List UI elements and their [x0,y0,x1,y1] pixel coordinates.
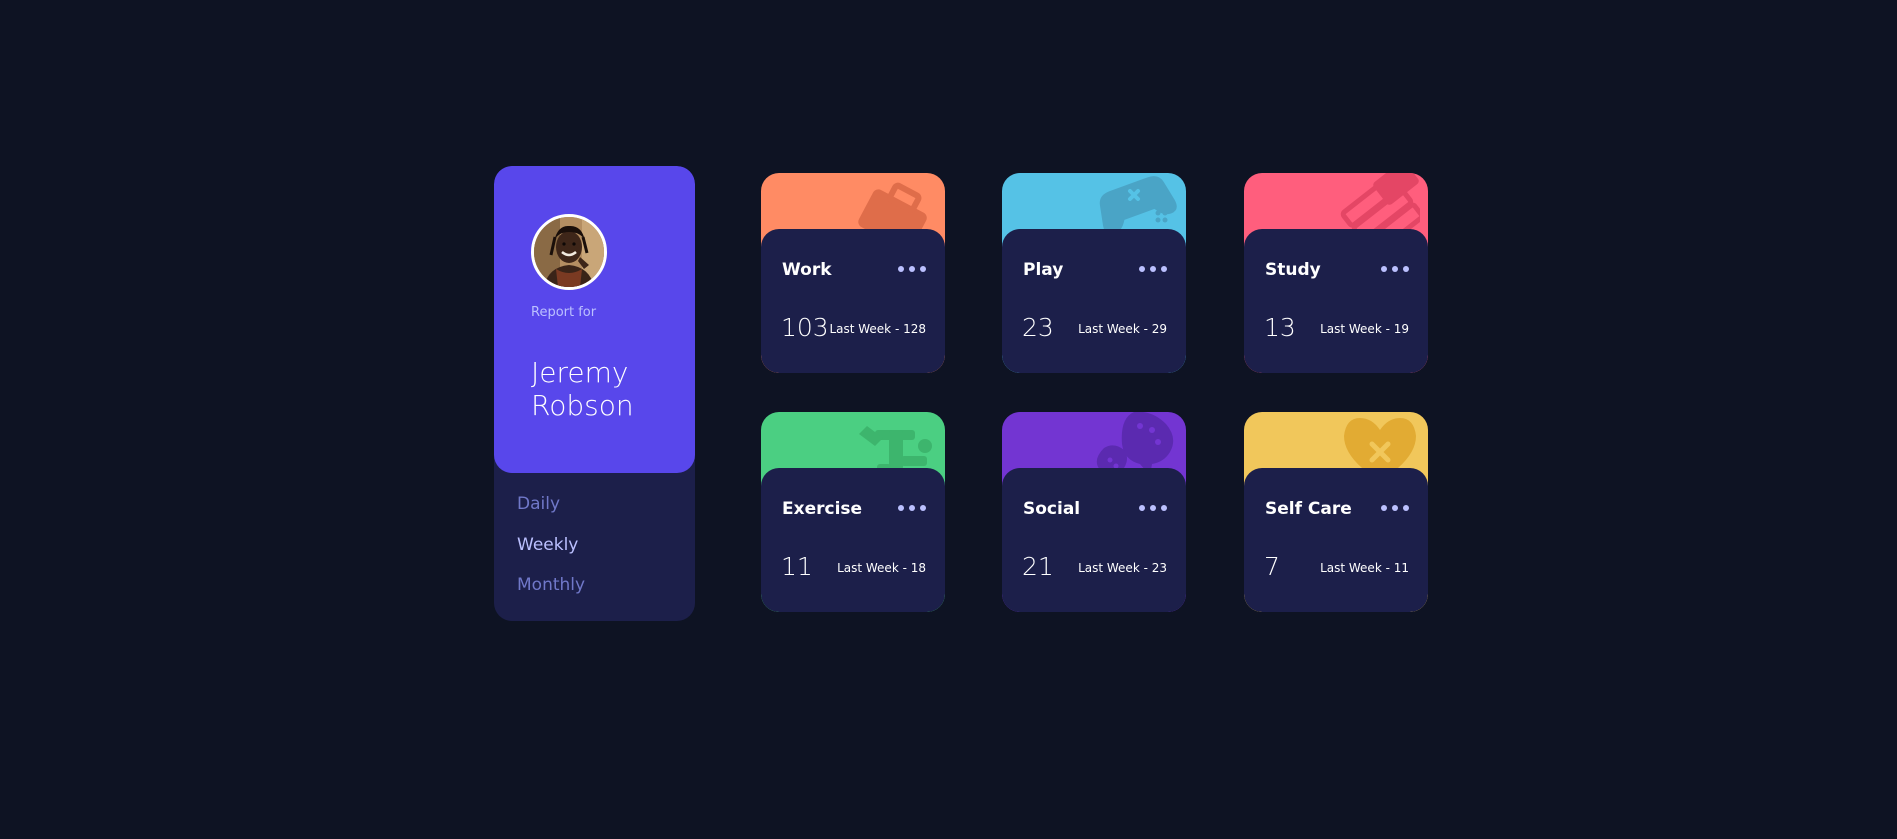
profile-card: Report for Jeremy Robson Daily Weekly Mo… [494,166,695,621]
card-self-care: Self Care 7 Last Week - 11 [1244,412,1428,612]
period-weekly-link[interactable]: Weekly [517,535,578,555]
card-title: Work [782,260,832,280]
card-study: Study 13 Last Week - 19 [1244,173,1428,373]
ellipsis-icon[interactable] [1381,263,1409,275]
profile-name: Jeremy Robson [531,356,634,422]
avatar [531,214,607,290]
avatar-image [534,217,604,287]
card-exercise: Exercise 11 Last Week - 18 [761,412,945,612]
ellipsis-icon[interactable] [1139,502,1167,514]
card-title: Play [1023,260,1064,280]
card-study-body[interactable]: Study 13 Last Week - 19 [1244,229,1428,373]
card-play: Play 23 Last Week - 29 [1002,173,1186,373]
card-title: Social [1023,499,1081,519]
card-previous-hours: Last Week - 23 [1078,561,1167,575]
card-previous-hours: Last Week - 19 [1320,322,1409,336]
card-previous-hours: Last Week - 128 [829,322,926,336]
ellipsis-icon[interactable] [1139,263,1167,275]
card-work: Work 103 Last Week - 128 [761,173,945,373]
card-previous-hours: Last Week - 11 [1320,561,1409,575]
card-title: Self Care [1265,499,1352,519]
card-social: Social 21 Last Week - 23 [1002,412,1186,612]
card-play-body[interactable]: Play 23 Last Week - 29 [1002,229,1186,373]
card-current-hours: 11 [781,552,813,581]
card-title: Study [1265,260,1321,280]
ellipsis-icon[interactable] [898,263,926,275]
card-title: Exercise [782,499,863,519]
card-exercise-body[interactable]: Exercise 11 Last Week - 18 [761,468,945,612]
card-current-hours: 7 [1264,552,1280,581]
card-work-body[interactable]: Work 103 Last Week - 128 [761,229,945,373]
card-previous-hours: Last Week - 29 [1078,322,1167,336]
period-monthly-link[interactable]: Monthly [517,575,585,595]
period-daily-link[interactable]: Daily [517,494,560,514]
profile-header: Report for Jeremy Robson [494,166,695,473]
card-previous-hours: Last Week - 18 [837,561,926,575]
card-current-hours: 103 [781,313,829,342]
ellipsis-icon[interactable] [898,502,926,514]
report-for-label: Report for [531,305,597,320]
card-current-hours: 13 [1264,313,1296,342]
ellipsis-icon[interactable] [1381,502,1409,514]
card-self-care-body[interactable]: Self Care 7 Last Week - 11 [1244,468,1428,612]
card-social-body[interactable]: Social 21 Last Week - 23 [1002,468,1186,612]
card-current-hours: 23 [1022,313,1054,342]
card-current-hours: 21 [1022,552,1054,581]
